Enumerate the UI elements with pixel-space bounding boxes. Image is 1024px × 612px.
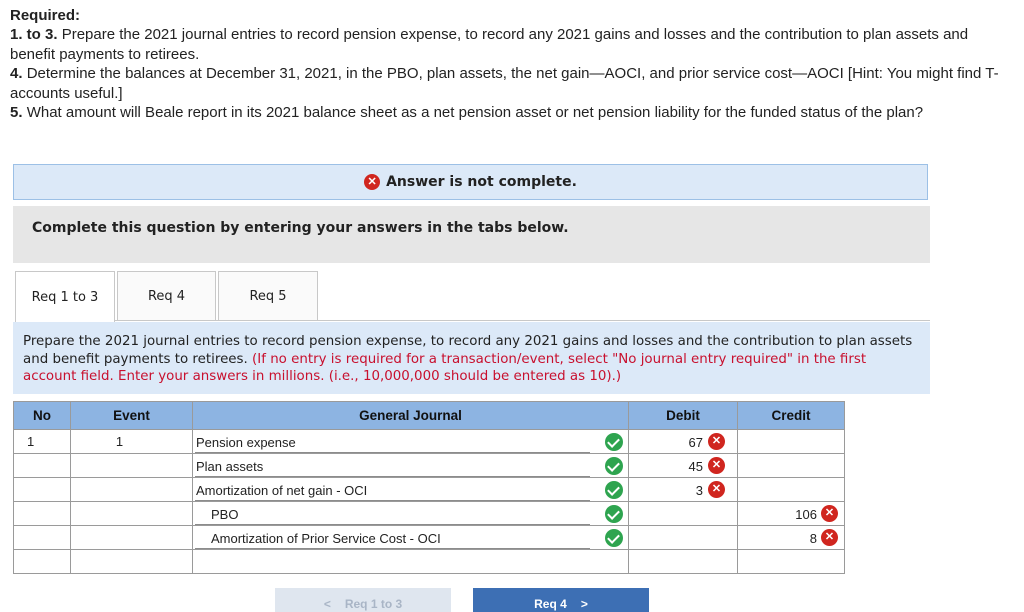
debit-input[interactable] <box>628 501 738 526</box>
credit-input[interactable]: 106 ✕ <box>737 501 845 526</box>
debit-value: 3 <box>695 483 703 498</box>
tab-label: Req 5 <box>249 288 287 304</box>
no-cell[interactable] <box>13 477 71 502</box>
instructions-box: Complete this question by entering your … <box>13 206 930 263</box>
account-select[interactable]: Plan assets <box>192 453 629 478</box>
credit-input[interactable] <box>737 453 845 478</box>
check-circle-icon <box>605 457 623 475</box>
account-name: Pension expense <box>196 435 296 450</box>
no-cell[interactable]: 1 <box>13 429 71 454</box>
x-circle-icon: ✕ <box>364 174 381 190</box>
table-row: Amortization of Prior Service Cost - OCI… <box>13 525 845 550</box>
required-item-1: 1. to 3. Prepare the 2021 journal entrie… <box>10 26 969 63</box>
x-circle-icon: ✕ <box>821 529 838 546</box>
prev-tab-label: Req 1 to 3 <box>344 597 403 611</box>
table-row: PBO 106 ✕ <box>13 501 845 526</box>
account-select[interactable]: Amortization of Prior Service Cost - OCI <box>192 525 629 550</box>
no-cell[interactable] <box>13 453 71 478</box>
required-section: Required: 1. to 3. Prepare the 2021 jour… <box>10 6 1010 122</box>
next-tab-label: Req 4 <box>534 597 567 611</box>
prev-tab-button[interactable]: < Req 1 to 3 <box>275 588 451 612</box>
debit-value: 45 <box>688 459 703 474</box>
account-name: Amortization of net gain - OCI <box>196 483 368 498</box>
credit-input[interactable] <box>737 477 845 502</box>
required-item-5: 5. What amount will Beale report in its … <box>10 104 924 122</box>
no-cell[interactable] <box>13 549 71 574</box>
header-general-journal: General Journal <box>192 401 629 430</box>
x-circle-icon: ✕ <box>821 505 838 522</box>
account-select[interactable]: Pension expense <box>192 429 629 454</box>
chevron-right-icon: > <box>580 597 588 611</box>
credit-value: 106 <box>795 507 817 522</box>
header-credit: Credit <box>737 401 845 430</box>
required-heading: Required: <box>10 7 81 24</box>
event-cell[interactable] <box>70 501 193 526</box>
x-circle-icon: ✕ <box>708 433 725 450</box>
debit-input[interactable] <box>628 549 738 574</box>
debit-input[interactable]: 67 ✕ <box>628 429 738 454</box>
general-journal-table: No Event General Journal Debit Credit 11… <box>13 401 845 574</box>
event-cell[interactable]: 1 <box>70 429 193 454</box>
next-tab-button[interactable]: Req 4 > <box>473 588 649 612</box>
check-circle-icon <box>605 481 623 499</box>
tab-req-4[interactable]: Req 4 <box>117 271 216 321</box>
event-cell[interactable] <box>70 477 193 502</box>
table-row: Plan assets 45 ✕ <box>13 453 845 478</box>
account-name: Amortization of Prior Service Cost - OCI <box>211 531 441 546</box>
account-select[interactable]: PBO <box>192 501 629 526</box>
chevron-left-icon: < <box>323 597 331 611</box>
table-row: 1 1 Pension expense 67 ✕ <box>13 429 845 454</box>
tab-req-1-to-3[interactable]: Req 1 to 3 <box>15 271 115 322</box>
credit-value: 8 <box>809 531 817 546</box>
account-select[interactable] <box>192 549 629 574</box>
answer-status-text: Answer is not complete. <box>386 174 577 190</box>
tab-label: Req 4 <box>147 288 186 304</box>
table-row: Amortization of net gain - OCI 3 ✕ <box>13 477 845 502</box>
debit-input[interactable]: 3 ✕ <box>628 477 738 502</box>
debit-input[interactable]: 45 ✕ <box>628 453 738 478</box>
tab-label: Req 1 to 3 <box>31 289 99 305</box>
table-row <box>13 549 845 574</box>
account-name: Plan assets <box>196 459 264 474</box>
event-cell[interactable] <box>70 549 193 574</box>
check-circle-icon <box>605 433 623 451</box>
no-cell[interactable] <box>13 525 71 550</box>
event-value: 1 <box>115 434 124 449</box>
instructions-text: Complete this question by entering your … <box>32 220 569 236</box>
header-no: No <box>13 401 71 430</box>
required-item-4: 4. Determine the balances at December 31… <box>10 65 999 102</box>
answer-status-banner: ✕ Answer is not complete. <box>13 164 928 200</box>
x-circle-icon: ✕ <box>708 481 725 498</box>
check-circle-icon <box>605 505 623 523</box>
credit-input[interactable] <box>737 549 845 574</box>
credit-input[interactable]: 8 ✕ <box>737 525 845 550</box>
x-circle-icon: ✕ <box>708 457 725 474</box>
credit-input[interactable] <box>737 429 845 454</box>
tab-req-5[interactable]: Req 5 <box>218 271 318 321</box>
table-header-row: No Event General Journal Debit Credit <box>13 401 845 430</box>
account-select[interactable]: Amortization of net gain - OCI <box>192 477 629 502</box>
check-circle-icon <box>605 529 623 547</box>
account-name: PBO <box>211 507 239 522</box>
tab-divider <box>115 320 930 321</box>
event-cell[interactable] <box>70 525 193 550</box>
event-cell[interactable] <box>70 453 193 478</box>
debit-value: 67 <box>688 435 703 450</box>
header-debit: Debit <box>628 401 738 430</box>
header-event: Event <box>70 401 193 430</box>
debit-input[interactable] <box>628 525 738 550</box>
no-cell[interactable] <box>13 501 71 526</box>
question-prompt: Prepare the 2021 journal entries to reco… <box>13 322 930 394</box>
